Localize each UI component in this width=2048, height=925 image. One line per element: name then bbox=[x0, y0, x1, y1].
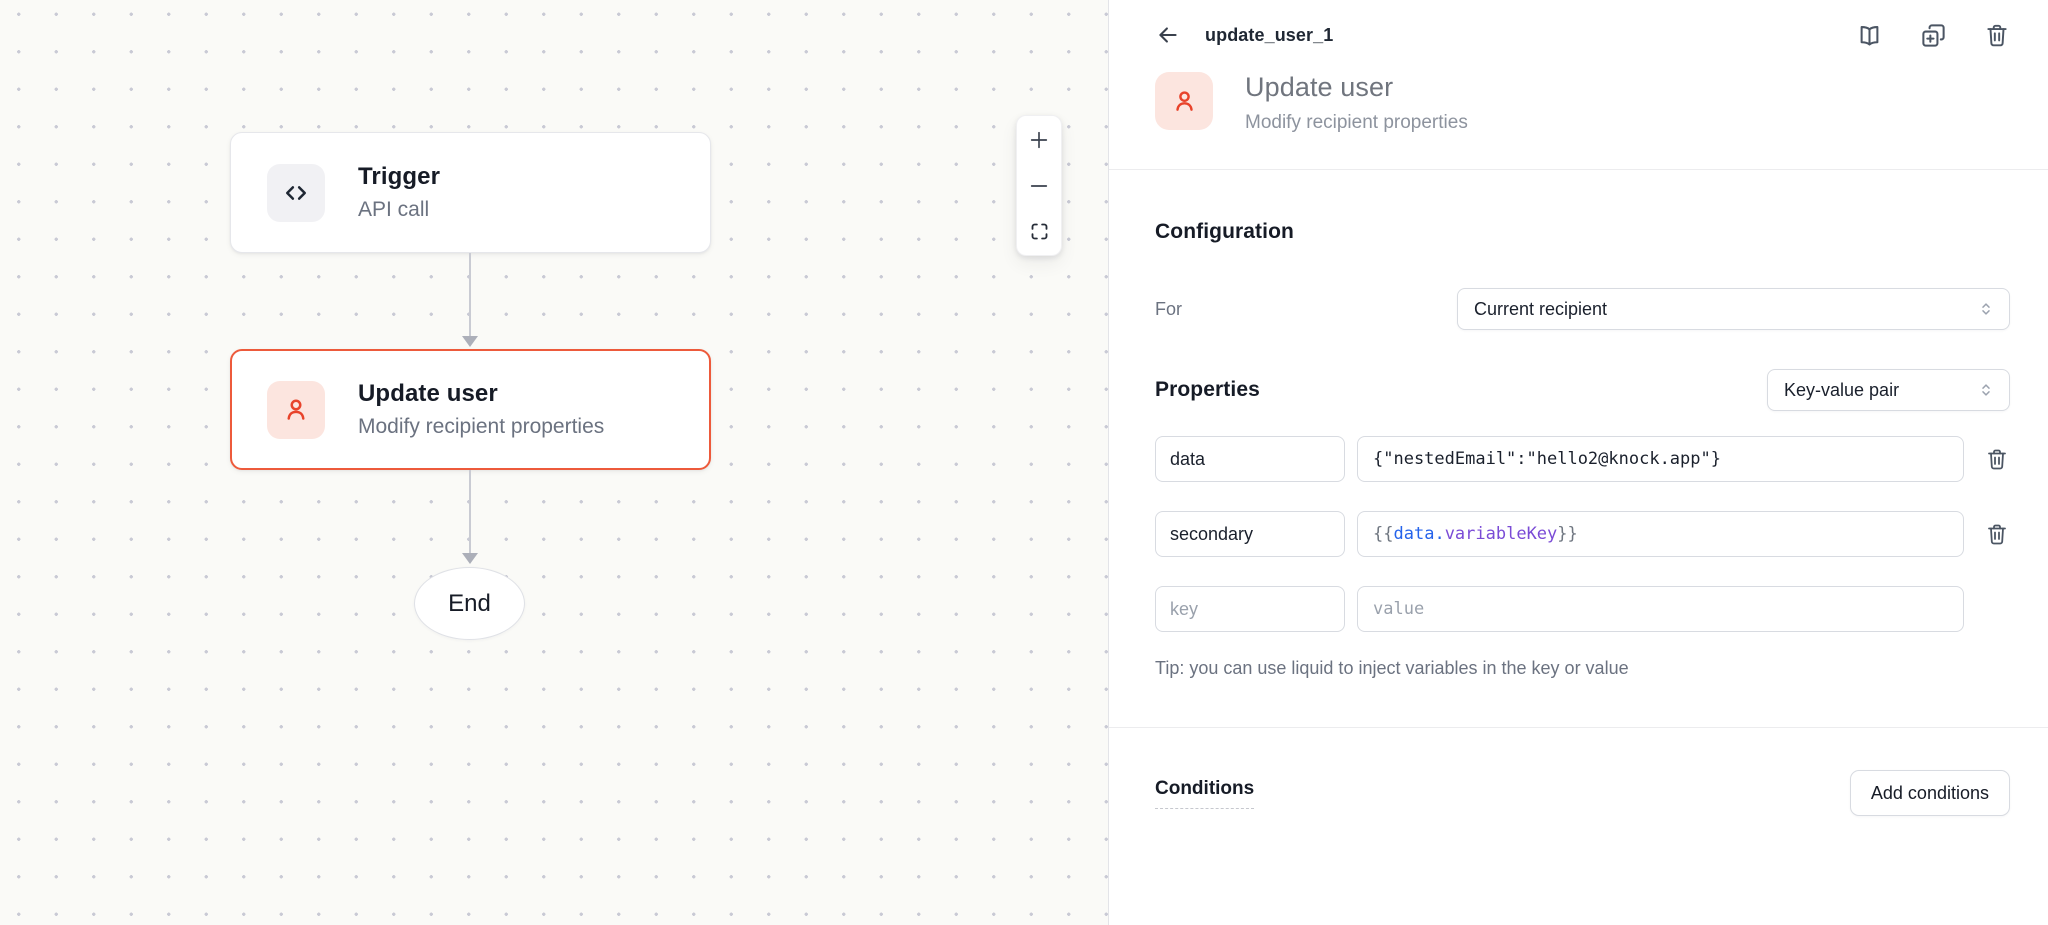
conditions-heading: Conditions bbox=[1155, 778, 1254, 809]
liquid-token: variableKey bbox=[1445, 524, 1558, 544]
node-subtitle: Modify recipient properties bbox=[358, 415, 604, 439]
delete-row-icon[interactable] bbox=[1985, 522, 2009, 546]
delete-row-icon[interactable] bbox=[1985, 447, 2009, 471]
for-label: For bbox=[1155, 299, 1182, 320]
properties-mode-select[interactable]: Key-value pair bbox=[1767, 369, 2010, 411]
property-row bbox=[1155, 436, 2010, 482]
properties-heading: Properties bbox=[1155, 378, 1260, 402]
node-subtitle: API call bbox=[358, 198, 440, 222]
fit-view-button[interactable] bbox=[1027, 219, 1051, 243]
node-title: Update user bbox=[358, 380, 604, 408]
workflow-node-update-user[interactable]: Update user Modify recipient properties bbox=[230, 349, 711, 470]
liquid-token: . bbox=[1434, 524, 1444, 544]
zoom-in-button[interactable] bbox=[1027, 128, 1051, 152]
property-row bbox=[1155, 586, 2010, 632]
end-label: End bbox=[448, 590, 491, 618]
liquid-token: data bbox=[1393, 524, 1434, 544]
duplicate-icon[interactable] bbox=[1920, 22, 1947, 49]
liquid-tip-text: Tip: you can use liquid to inject variab… bbox=[1155, 658, 2010, 679]
liquid-token: }} bbox=[1557, 524, 1577, 544]
chevron-up-down-icon bbox=[1977, 300, 1995, 318]
docs-book-icon[interactable] bbox=[1856, 22, 1883, 49]
property-key-input[interactable] bbox=[1155, 436, 1345, 482]
add-conditions-button[interactable]: Add conditions bbox=[1850, 770, 2010, 816]
for-select[interactable]: Current recipient bbox=[1457, 288, 2010, 330]
property-value-input[interactable]: {{data.variableKey}} bbox=[1357, 511, 1964, 557]
property-value-input[interactable] bbox=[1357, 586, 1964, 632]
workflow-node-end[interactable]: End bbox=[414, 567, 525, 640]
workflow-canvas[interactable]: Trigger API call Update user Modify reci… bbox=[0, 0, 1108, 925]
zoom-out-button[interactable] bbox=[1027, 174, 1051, 198]
property-key-input[interactable] bbox=[1155, 511, 1345, 557]
workflow-node-trigger[interactable]: Trigger API call bbox=[230, 132, 711, 253]
code-icon bbox=[267, 164, 325, 222]
chevron-up-down-icon bbox=[1977, 381, 1995, 399]
for-select-value: Current recipient bbox=[1474, 299, 1977, 320]
canvas-zoom-controls bbox=[1016, 115, 1062, 256]
node-title: Trigger bbox=[358, 163, 440, 191]
configuration-heading: Configuration bbox=[1155, 220, 2010, 244]
step-title[interactable]: Update user bbox=[1245, 72, 1468, 103]
edge-arrowhead-icon bbox=[462, 553, 478, 564]
step-key-title: update_user_1 bbox=[1205, 25, 1333, 46]
step-settings-panel: update_user_1 bbox=[1108, 0, 2048, 925]
edge-arrowhead-icon bbox=[462, 336, 478, 347]
divider bbox=[1109, 169, 2048, 170]
liquid-token: {{ bbox=[1373, 524, 1393, 544]
panel-header: update_user_1 bbox=[1155, 21, 2010, 49]
edge-line bbox=[469, 253, 471, 338]
divider bbox=[1109, 727, 2048, 728]
back-button[interactable] bbox=[1155, 22, 1181, 48]
property-key-input[interactable] bbox=[1155, 586, 1345, 632]
step-subtitle: Modify recipient properties bbox=[1245, 112, 1468, 134]
property-row: {{data.variableKey}} bbox=[1155, 511, 2010, 557]
property-value-input[interactable] bbox=[1357, 436, 1964, 482]
edge-line bbox=[469, 470, 471, 555]
user-icon bbox=[1155, 72, 1213, 130]
properties-mode-value: Key-value pair bbox=[1784, 380, 1977, 401]
user-icon bbox=[267, 381, 325, 439]
trash-icon[interactable] bbox=[1984, 22, 2010, 48]
step-heading: Update user Modify recipient properties bbox=[1155, 72, 2010, 134]
